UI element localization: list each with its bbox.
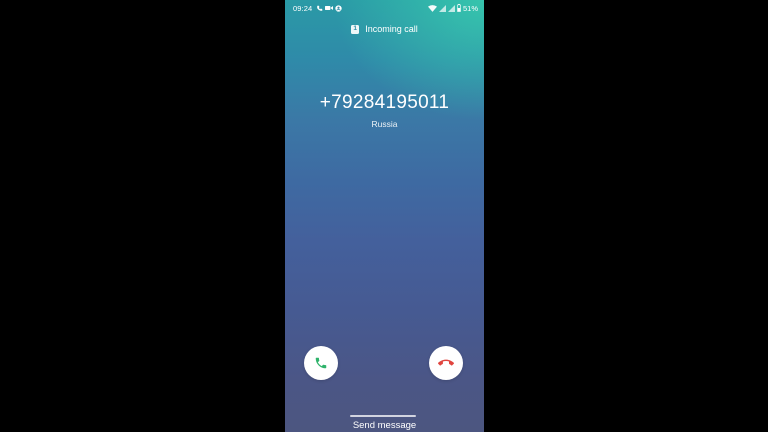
signal-icon — [447, 4, 455, 12]
status-time: 09:24 — [293, 4, 313, 13]
phone-accept-icon — [315, 357, 327, 369]
call-status-label: Incoming call — [365, 24, 418, 34]
call-header: 1 Incoming call — [285, 22, 484, 36]
swipe-up-handle[interactable] — [350, 415, 416, 417]
phone-screen: 09:24 51% 1 Incoming call +79284195011 R… — [285, 0, 484, 432]
video-frame: 09:24 51% 1 Incoming call +79284195011 R… — [0, 0, 768, 432]
status-system-icons: 51% — [427, 3, 478, 13]
video-icon — [325, 6, 333, 10]
decline-call-button[interactable] — [429, 346, 463, 380]
status-bar: 09:24 51% — [285, 0, 484, 16]
caller-number: +79284195011 — [319, 92, 450, 113]
battery-icon — [457, 4, 461, 12]
battery-percent: 51% — [462, 3, 478, 13]
phone-decline-icon — [438, 359, 454, 366]
call-forward-icon — [317, 5, 323, 11]
wifi-icon — [427, 4, 437, 12]
send-message-button[interactable]: Send message — [285, 420, 484, 431]
sim-badge: 1 — [351, 24, 360, 34]
account-icon — [335, 4, 342, 12]
signal-icon — [438, 4, 446, 12]
status-notification-icons — [316, 3, 342, 13]
accept-call-button[interactable] — [304, 346, 338, 380]
caller-location: Russia — [371, 119, 398, 129]
